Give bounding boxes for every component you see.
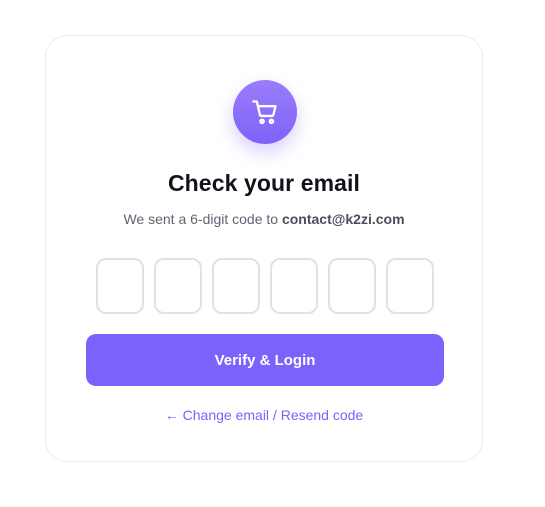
otp-digit-2[interactable] (154, 258, 202, 314)
otp-digit-4[interactable] (270, 258, 318, 314)
shopping-cart-icon (252, 100, 277, 125)
otp-digit-5[interactable] (328, 258, 376, 314)
otp-input-group (96, 258, 434, 314)
subtitle: We sent a 6-digit code to contact@k2zi.c… (46, 209, 482, 229)
otp-digit-1[interactable] (96, 258, 144, 314)
otp-digit-6[interactable] (386, 258, 434, 314)
change-email-resend-link[interactable]: ← Change email / Resend code (46, 405, 482, 425)
brand-logo (233, 80, 297, 144)
otp-digit-3[interactable] (212, 258, 260, 314)
email-address: contact@k2zi.com (281, 211, 405, 227)
subtitle-text: We sent a 6-digit code to (123, 211, 282, 227)
verification-card: Check your email We sent a 6-digit code … (45, 35, 483, 462)
verify-login-button[interactable]: Verify & Login (86, 334, 444, 386)
page-title: Check your email (167, 170, 361, 196)
